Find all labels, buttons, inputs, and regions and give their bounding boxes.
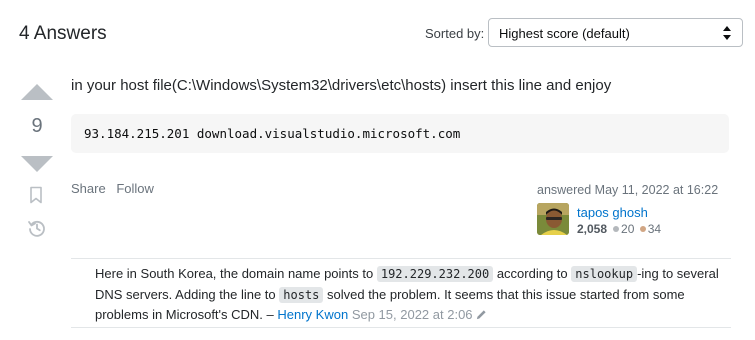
comment-text-1: Here in South Korea, the domain name poi… bbox=[95, 266, 377, 281]
bronze-badge-count: 34 bbox=[647, 222, 662, 236]
comment-code-ip: 192.229.232.200 bbox=[376, 266, 494, 282]
vote-count: 9 bbox=[31, 115, 43, 137]
comment-date[interactable]: Sep 15, 2022 at 2:06 bbox=[352, 307, 473, 322]
triangle-down-icon[interactable] bbox=[20, 154, 54, 174]
sort-label: Sorted by: bbox=[425, 26, 485, 41]
bookmark-icon[interactable] bbox=[29, 186, 43, 204]
comment-author-link[interactable]: Henry Kwon bbox=[277, 307, 348, 322]
comment-text-2: according to bbox=[493, 266, 572, 281]
code-block: 93.184.215.201 download.visualstudio.mic… bbox=[71, 114, 729, 153]
answers-count-heading: 4 Answers bbox=[19, 23, 107, 44]
follow-link[interactable]: Follow bbox=[116, 181, 154, 196]
reputation-score: 2,058 bbox=[577, 222, 608, 236]
silver-badge-count: 20 bbox=[621, 222, 635, 236]
comment-code-nslookup: nslookup bbox=[571, 266, 638, 282]
avatar-image bbox=[537, 203, 569, 235]
code-line: 93.184.215.201 download.visualstudio.mic… bbox=[84, 126, 461, 141]
comment: Here in South Korea, the domain name poi… bbox=[95, 264, 735, 325]
avatar[interactable] bbox=[537, 203, 569, 235]
comment-code-hosts: hosts bbox=[279, 286, 324, 303]
user-name-link[interactable]: tapos ghosh bbox=[577, 205, 648, 220]
user-stats: 2,058 20 34 bbox=[577, 222, 661, 236]
chevron-updown-icon bbox=[723, 26, 731, 40]
answer-body-text: in your host file(C:\Windows\System32\dr… bbox=[71, 77, 612, 94]
answered-timestamp[interactable]: answered May 11, 2022 at 16:22 bbox=[537, 183, 718, 197]
history-icon[interactable] bbox=[27, 218, 47, 238]
triangle-up-icon[interactable] bbox=[20, 82, 54, 102]
comment-divider-top bbox=[71, 258, 731, 259]
user-card: answered May 11, 2022 at 16:22 tapos gho… bbox=[537, 183, 737, 243]
share-link[interactable]: Share bbox=[71, 181, 106, 196]
pencil-icon bbox=[476, 310, 486, 320]
post-menu: Share Follow bbox=[71, 181, 161, 196]
comment-divider-bottom bbox=[71, 327, 731, 328]
answers-header: 4 Answers Sorted by: Highest score (defa… bbox=[0, 0, 755, 70]
silver-badge-icon bbox=[613, 226, 620, 233]
bronze-badge-icon bbox=[639, 226, 646, 233]
sort-select[interactable]: Highest score (default) bbox=[488, 18, 743, 47]
sort-selected-value: Highest score (default) bbox=[499, 26, 630, 41]
